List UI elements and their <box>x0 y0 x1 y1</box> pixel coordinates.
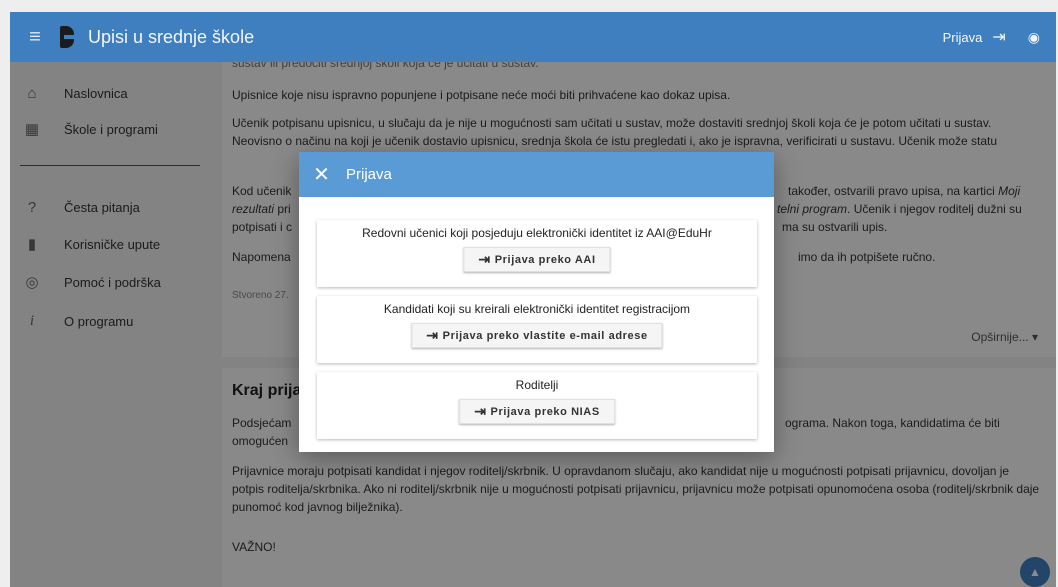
login-option-nias: Roditelji ⇥ Prijava preko NIAS <box>317 372 757 439</box>
app-title: Upisi u srednje škole <box>88 26 255 47</box>
dialog-title: Prijava <box>346 166 392 183</box>
dialog-header: ✕ Prijava <box>299 152 774 197</box>
login-nias-button[interactable]: ⇥ Prijava preko NIAS <box>459 399 615 424</box>
login-icon: ⇥ <box>478 251 491 267</box>
app-logo <box>60 26 74 48</box>
login-option-email: Kandidati koji su kreirali elektronički … <box>317 296 757 363</box>
option-description: Kandidati koji su kreirali elektronički … <box>383 302 691 316</box>
login-icon: ⇥ <box>426 327 439 343</box>
option-description: Redovni učenici koji posjeduju elektroni… <box>362 226 712 240</box>
hamburger-icon[interactable]: ≡ <box>10 12 60 62</box>
login-aai-button[interactable]: ⇥ Prijava preko AAI <box>463 247 611 272</box>
login-option-aai: Redovni učenici koji posjeduju elektroni… <box>317 220 757 287</box>
login-link[interactable]: Prijava <box>943 30 983 45</box>
option-description: Roditelji <box>515 378 559 392</box>
button-label: Prijava preko NIAS <box>490 405 600 418</box>
eye-icon[interactable]: ◉ <box>1028 29 1040 46</box>
login-icon: ⇥ <box>474 403 487 419</box>
close-icon[interactable]: ✕ <box>299 162 344 187</box>
button-label: Prijava preko AAI <box>494 253 596 266</box>
login-email-button[interactable]: ⇥ Prijava preko vlastite e-mail adrese <box>411 323 663 348</box>
login-dialog: ✕ Prijava Redovni učenici koji posjeduju… <box>299 152 774 452</box>
button-label: Prijava preko vlastite e-mail adrese <box>442 329 648 342</box>
login-icon[interactable]: ⇥ <box>992 27 1005 47</box>
header-actions: Prijava ⇥ ◉ <box>943 27 1056 47</box>
